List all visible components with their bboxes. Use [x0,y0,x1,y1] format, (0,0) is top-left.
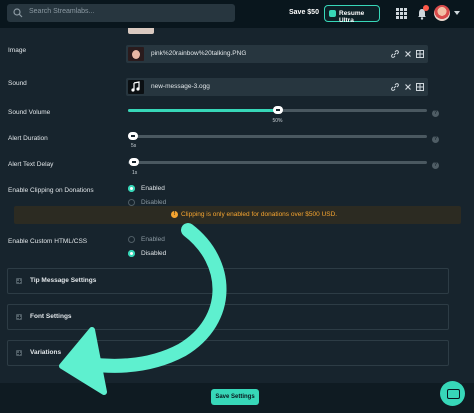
annotation-arrow [59,223,227,395]
